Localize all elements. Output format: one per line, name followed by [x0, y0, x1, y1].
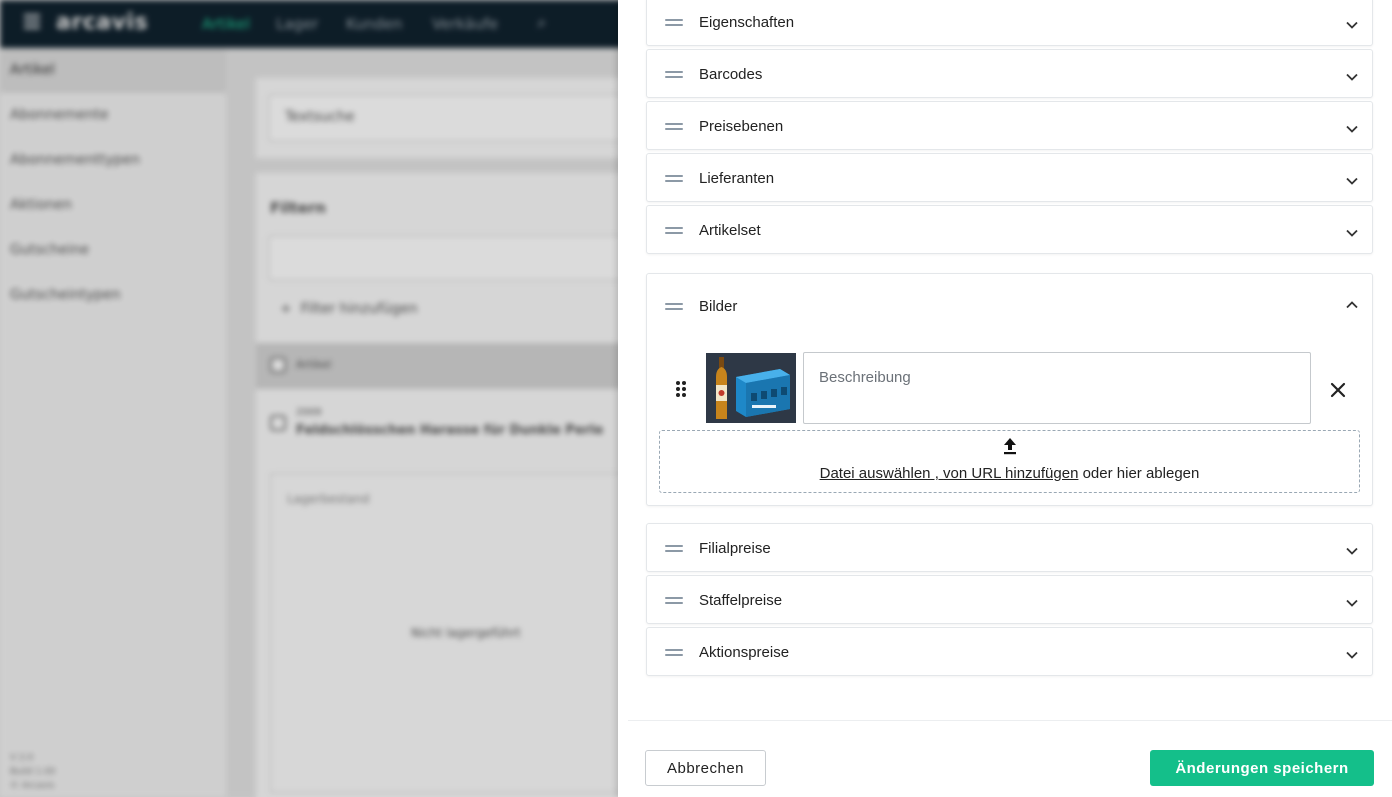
drag-handle-icon[interactable] [665, 303, 683, 313]
chevron-down-icon[interactable] [1345, 544, 1359, 558]
cancel-button[interactable]: Abbrechen [645, 750, 766, 786]
chevron-up-icon[interactable] [1345, 298, 1359, 312]
panel-title: Aktionspreise [699, 644, 790, 661]
drag-handle-icon[interactable] [665, 123, 683, 133]
save-changes-button[interactable]: Änderungen speichern [1150, 750, 1374, 786]
chevron-down-icon[interactable] [1345, 18, 1359, 32]
panel-preisebenen[interactable]: Preisebenen [646, 101, 1373, 150]
chevron-down-icon[interactable] [1345, 596, 1359, 610]
choose-file-link[interactable]: Datei auswählen [820, 465, 931, 482]
close-icon[interactable] [1327, 379, 1349, 401]
chevron-down-icon[interactable] [1345, 174, 1359, 188]
panel-title: Staffelpreise [699, 592, 783, 609]
drag-handle-icon[interactable] [665, 175, 683, 185]
panel-title: Preisebenen [699, 118, 784, 135]
product-image-thumbnail [706, 353, 796, 423]
upload-icon[interactable] [1002, 437, 1018, 455]
chevron-down-icon[interactable] [1345, 226, 1359, 240]
drag-handle-icon[interactable] [665, 545, 683, 555]
panel-lieferanten[interactable]: Lieferanten [646, 153, 1373, 202]
description-field[interactable] [803, 352, 1311, 424]
chevron-down-icon[interactable] [1345, 648, 1359, 662]
panel-aktionspreise[interactable]: Aktionspreise [646, 627, 1373, 676]
beer-crate-picture [706, 353, 796, 423]
panel-title: Artikelset [699, 222, 761, 239]
panel-filialpreise[interactable]: Filialpreise [646, 523, 1373, 572]
chevron-down-icon[interactable] [1345, 70, 1359, 84]
panel-barcodes[interactable]: Barcodes [646, 49, 1373, 98]
drawer-footer: Abbrechen Änderungen speichern [628, 720, 1392, 797]
add-from-url-link[interactable]: von URL hinzufügen [943, 465, 1078, 482]
panel-artikelset[interactable]: Artikelset [646, 205, 1373, 254]
panel-staffelpreise[interactable]: Staffelpreise [646, 575, 1373, 624]
link-separator: , [930, 465, 944, 482]
panel-eigenschaften[interactable]: Eigenschaften [646, 0, 1373, 46]
file-dropzone[interactable]: Datei auswählen , von URL hinzufügen ode… [659, 430, 1360, 493]
panel-title: Lieferanten [699, 170, 775, 187]
panel-title: Bilder [699, 298, 738, 315]
drag-handle-icon[interactable] [665, 71, 683, 81]
drag-dots-icon[interactable] [676, 381, 688, 397]
edit-drawer: Eigenschaften Barcodes Preisebenen Liefe… [618, 0, 1392, 797]
panel-title: Filialpreise [699, 540, 771, 557]
drag-handle-icon[interactable] [665, 227, 683, 237]
drag-handle-icon[interactable] [665, 597, 683, 607]
panel-bilder: Bilder Beschreibung Datei auswählen , vo… [646, 273, 1373, 506]
drag-handle-icon[interactable] [665, 649, 683, 659]
panel-title: Eigenschaften [699, 14, 795, 31]
dropzone-text: Datei auswählen , von URL hinzufügen ode… [819, 465, 1200, 482]
chevron-down-icon[interactable] [1345, 122, 1359, 136]
panel-title: Barcodes [699, 66, 763, 83]
drag-handle-icon[interactable] [665, 19, 683, 29]
